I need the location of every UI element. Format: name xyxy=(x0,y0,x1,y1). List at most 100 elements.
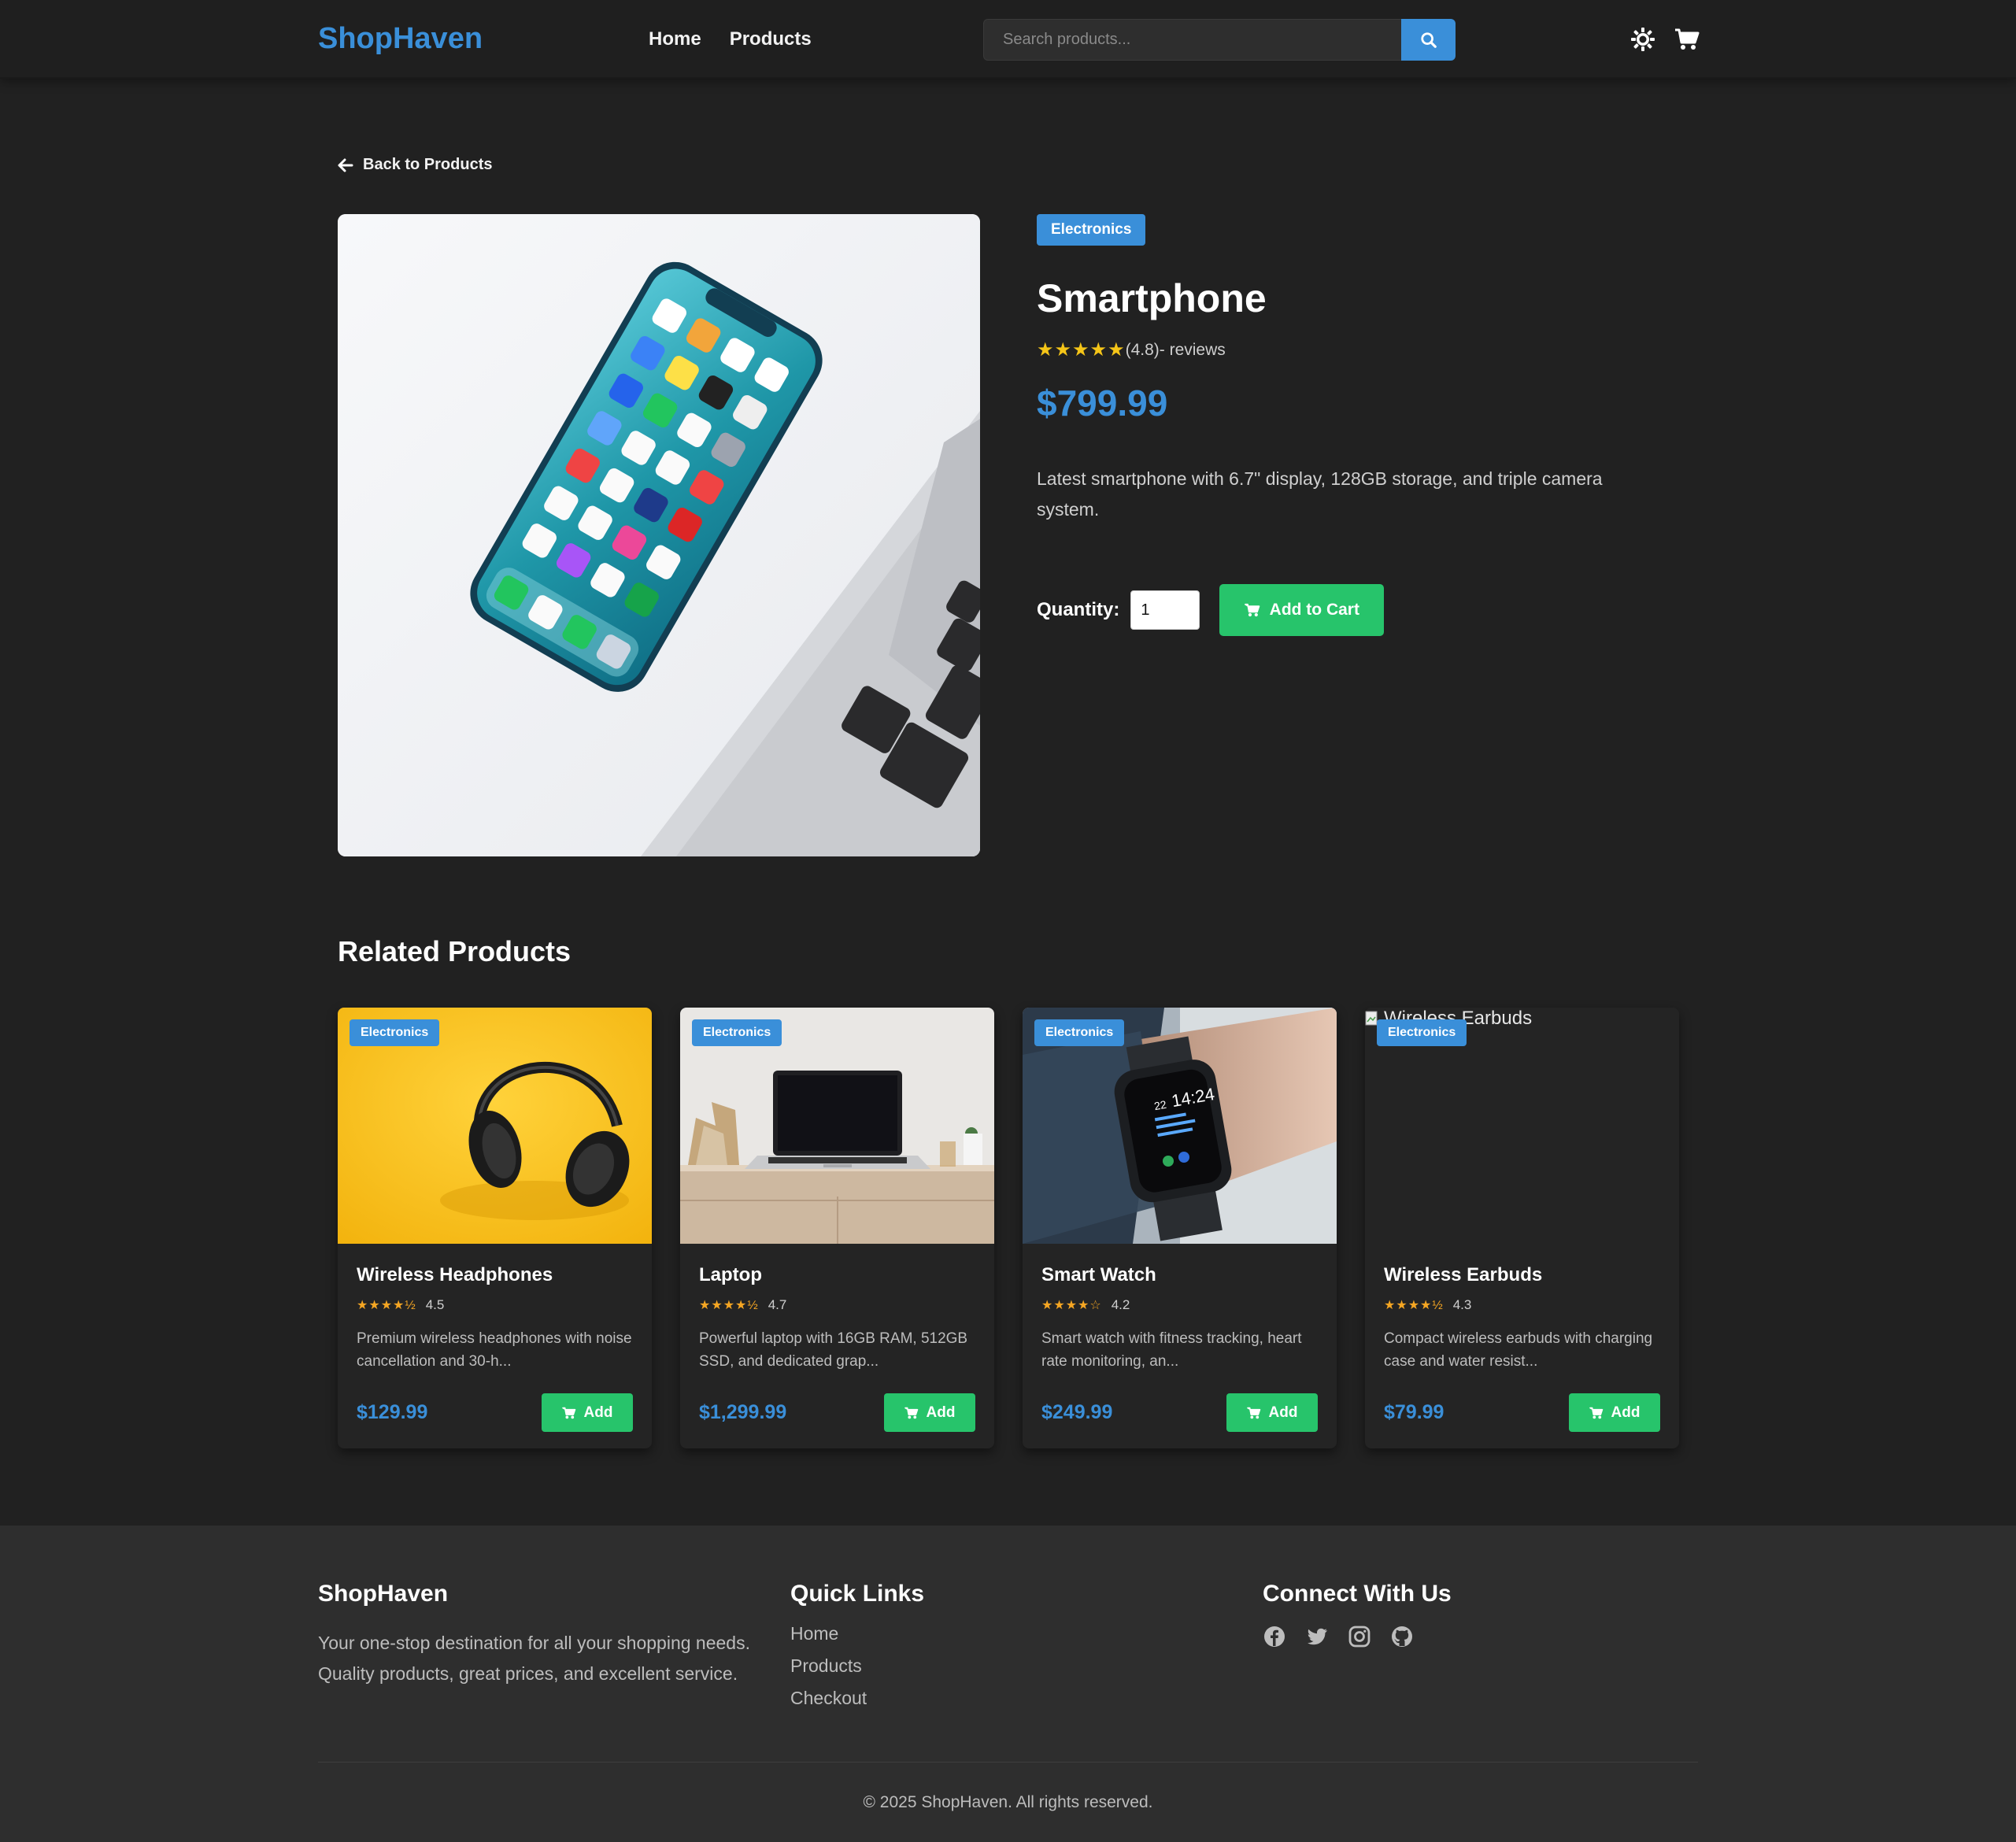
card-title[interactable]: Smart Watch xyxy=(1041,1264,1318,1286)
footer: ShopHaven Your one-stop destination for … xyxy=(0,1526,2016,1842)
card-title[interactable]: Wireless Earbuds xyxy=(1384,1264,1660,1286)
smartphone-photo xyxy=(338,214,980,856)
card-category-badge: Electronics xyxy=(692,1019,782,1046)
card-description: Smart watch with fitness tracking, heart… xyxy=(1041,1330,1302,1370)
category-badge: Electronics xyxy=(1037,214,1146,246)
rating-value: 4.5 xyxy=(425,1297,445,1312)
cart-icon xyxy=(904,1407,918,1418)
add-button[interactable]: Add xyxy=(1226,1393,1318,1432)
rating-value: 4.2 xyxy=(1111,1297,1130,1312)
product-image xyxy=(338,214,980,856)
card-price: $249.99 xyxy=(1041,1401,1113,1423)
cart-icon xyxy=(1675,28,1700,50)
twitter-icon[interactable] xyxy=(1305,1625,1329,1648)
product-card-image: 22 14:24 Electronics xyxy=(1023,1008,1337,1244)
card-description: Powerful laptop with 16GB RAM, 512GB SSD… xyxy=(699,1330,968,1370)
card-price: $79.99 xyxy=(1384,1401,1444,1423)
product-card-image: Electronics xyxy=(338,1008,652,1244)
product-price: $799.99 xyxy=(1037,383,1168,424)
github-icon[interactable] xyxy=(1390,1625,1414,1648)
product-rating: ★★★★★ (4.8) - reviews xyxy=(1037,338,1666,361)
card-description: Premium wireless headphones with noise c… xyxy=(357,1330,632,1370)
add-button[interactable]: Add xyxy=(1569,1393,1660,1432)
footer-social: Connect With Us xyxy=(1263,1581,1452,1648)
quantity-label: Quantity: xyxy=(1037,599,1120,620)
add-label: Add xyxy=(1268,1404,1298,1421)
footer-link-products[interactable]: Products xyxy=(790,1655,924,1677)
navbar: ShopHaven Home Products xyxy=(0,0,2016,79)
product-card-headphones[interactable]: Electronics Wireless Headphones ★★★★½ 4.… xyxy=(338,1008,652,1448)
cart-icon xyxy=(1246,1407,1260,1418)
search-button[interactable] xyxy=(1401,19,1456,61)
star-rating-icon: ★★★★½ xyxy=(357,1299,416,1312)
footer-about-title: ShopHaven xyxy=(318,1581,449,1607)
product-description: Latest smartphone with 6.7" display, 128… xyxy=(1037,468,1603,520)
footer-links-title: Quick Links xyxy=(790,1581,925,1607)
reviews-count: - reviews xyxy=(1159,340,1226,359)
card-rating: ★★★★½ 4.7 xyxy=(699,1297,975,1313)
star-rating-icon: ★★★★☆ xyxy=(1041,1299,1102,1312)
back-to-products-link[interactable]: Back to Products xyxy=(338,156,492,174)
nav-link-products[interactable]: Products xyxy=(730,28,812,50)
card-rating: ★★★★½ 4.5 xyxy=(357,1297,633,1313)
product-card-image: Wireless Earbuds Electronics xyxy=(1365,1008,1679,1244)
rating-value: 4.7 xyxy=(768,1297,787,1312)
nav-links: Home Products xyxy=(649,28,812,50)
search-input[interactable] xyxy=(983,19,1401,61)
rating-value: 4.3 xyxy=(1452,1297,1472,1312)
product-title: Smartphone xyxy=(1037,276,1267,320)
card-title[interactable]: Wireless Headphones xyxy=(357,1264,633,1286)
add-to-cart-button[interactable]: Add to Cart xyxy=(1219,584,1385,636)
cart-button[interactable] xyxy=(1674,26,1700,53)
footer-link-checkout[interactable]: Checkout xyxy=(790,1688,924,1709)
card-category-badge: Electronics xyxy=(1377,1019,1467,1046)
brand-logo[interactable]: ShopHaven xyxy=(318,22,483,56)
sun-icon xyxy=(1631,28,1655,51)
arrow-left-icon xyxy=(338,158,353,172)
cart-icon xyxy=(1244,603,1260,617)
theme-toggle-button[interactable] xyxy=(1629,26,1656,53)
card-title[interactable]: Laptop xyxy=(699,1264,975,1286)
nav-link-home[interactable]: Home xyxy=(649,28,701,50)
instagram-icon[interactable] xyxy=(1348,1625,1371,1648)
product-card-earbuds[interactable]: Wireless Earbuds Electronics Wireless Ea… xyxy=(1365,1008,1679,1448)
add-label: Add xyxy=(583,1404,613,1421)
rating-value: (4.8) xyxy=(1125,340,1160,359)
footer-quick-links: Quick Links Home Products Checkout xyxy=(790,1581,924,1709)
cart-icon xyxy=(561,1407,575,1418)
add-label: Add xyxy=(1611,1404,1641,1421)
star-rating-icon: ★★★★½ xyxy=(699,1299,759,1312)
card-price: $1,299.99 xyxy=(699,1401,787,1423)
add-button[interactable]: Add xyxy=(542,1393,633,1432)
search-icon xyxy=(1420,31,1437,48)
back-link-label: Back to Products xyxy=(363,156,493,173)
quantity-input[interactable] xyxy=(1130,590,1200,630)
quantity-row: Quantity: Add to Cart xyxy=(1037,584,1385,636)
product-card-image: Electronics xyxy=(680,1008,994,1244)
nav-icons xyxy=(1629,26,1700,53)
product-card-laptop[interactable]: Electronics Laptop ★★★★½ 4.7 Powerful la… xyxy=(680,1008,994,1448)
star-rating-icon: ★★★★★ xyxy=(1037,339,1126,361)
product-info: Electronics Smartphone ★★★★★ (4.8) - rev… xyxy=(1037,214,1666,525)
card-description: Compact wireless earbuds with charging c… xyxy=(1384,1330,1653,1370)
add-label: Add xyxy=(926,1404,956,1421)
search-bar xyxy=(983,19,1456,61)
watch-date: 22 xyxy=(1153,1098,1167,1112)
card-rating: ★★★★½ 4.3 xyxy=(1384,1297,1660,1313)
card-price: $129.99 xyxy=(357,1401,428,1423)
add-button[interactable]: Add xyxy=(884,1393,975,1432)
footer-about: ShopHaven Your one-stop destination for … xyxy=(318,1581,759,1689)
cart-icon xyxy=(1589,1407,1603,1418)
footer-copyright: © 2025 ShopHaven. All rights reserved. xyxy=(863,1793,1153,1811)
facebook-icon[interactable] xyxy=(1263,1625,1286,1648)
footer-social-title: Connect With Us xyxy=(1263,1581,1452,1607)
related-products-title: Related Products xyxy=(338,935,572,967)
card-category-badge: Electronics xyxy=(1034,1019,1125,1046)
footer-link-home[interactable]: Home xyxy=(790,1623,924,1644)
add-to-cart-label: Add to Cart xyxy=(1269,601,1359,619)
star-rating-icon: ★★★★½ xyxy=(1384,1299,1444,1312)
product-card-smart-watch[interactable]: 22 14:24 Electronics Smart Watch ★★★★☆ 4… xyxy=(1023,1008,1337,1448)
footer-about-text: Your one-stop destination for all your s… xyxy=(318,1633,750,1684)
card-category-badge: Electronics xyxy=(350,1019,440,1046)
card-rating: ★★★★☆ 4.2 xyxy=(1041,1297,1318,1313)
